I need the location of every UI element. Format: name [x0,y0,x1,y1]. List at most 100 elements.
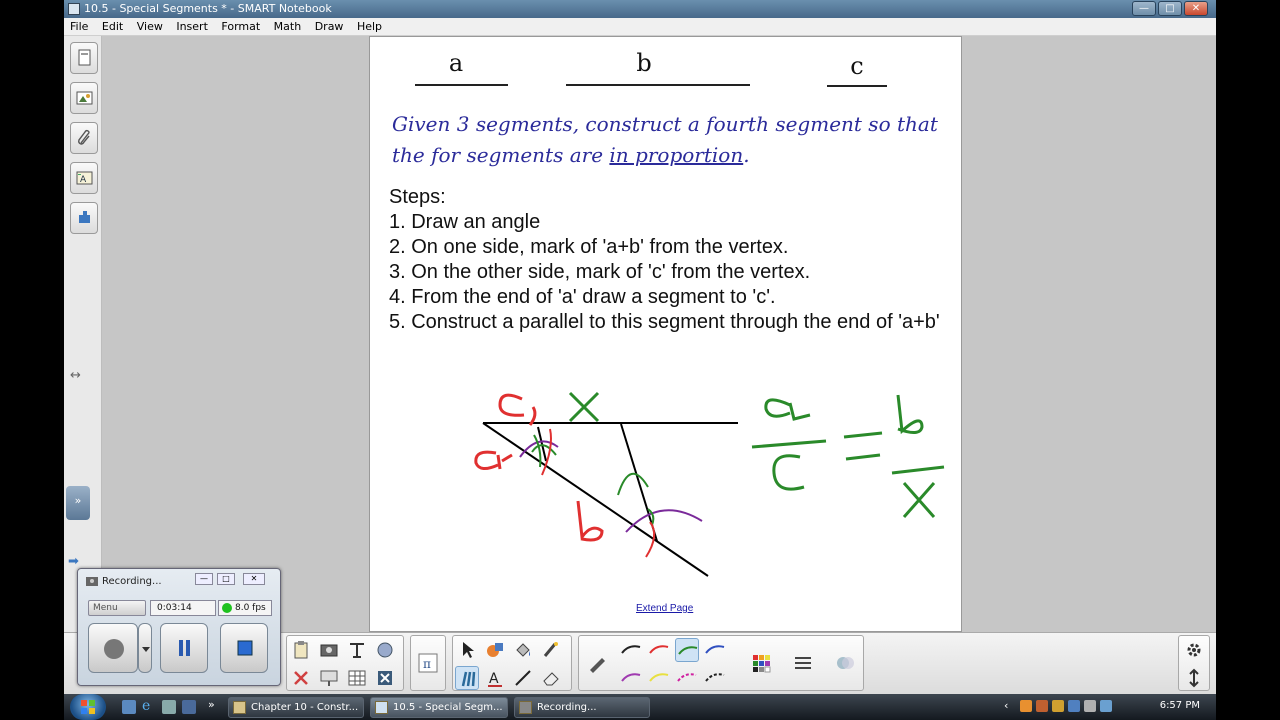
internet-explorer-icon[interactable]: e [142,698,150,714]
magic-pen-button[interactable] [539,638,563,662]
extend-page-link[interactable]: Extend Page [636,603,693,614]
taskbar-item-special-segments[interactable]: 10.5 - Special Segm... [370,697,508,718]
screen-capture-button[interactable] [317,638,341,662]
properties-icon: A [76,171,93,185]
next-arrow-icon[interactable]: ➡ [68,554,79,569]
select-tool-button[interactable] [455,638,479,662]
ink-drawing[interactable] [370,37,963,633]
letterbox-right [1216,0,1280,720]
eraser-button[interactable] [539,666,563,690]
pen-style-purple[interactable] [619,666,643,690]
record-button[interactable] [88,623,138,673]
paint-bucket-icon [516,643,530,657]
menu-math[interactable]: Math [274,20,302,33]
tray-expand-icon[interactable]: ‹ [1004,699,1008,712]
text-color-button[interactable]: A [483,666,507,690]
title-bar[interactable]: 10.5 - Special Segments * - SMART Notebo… [64,0,1216,18]
tray-icon[interactable] [1036,700,1048,712]
close-tool-button[interactable] [373,666,397,690]
tab-gallery[interactable] [70,82,98,114]
recorder-close-button[interactable]: ✕ [243,573,265,585]
pause-button[interactable] [160,623,208,673]
fill-button[interactable] [511,638,535,662]
transparency-button[interactable] [833,651,857,675]
tool-group-settings [1178,635,1210,691]
notebook-page[interactable]: a b c Given 3 segments, construct a four… [369,36,962,632]
show-desktop-icon[interactable] [122,700,136,714]
battery-icon[interactable] [1100,700,1112,712]
insert-flash-button[interactable] [373,638,397,662]
camera-icon [320,644,338,657]
stop-button[interactable] [220,623,268,673]
tab-add-ons[interactable] [70,202,98,234]
quick-launch-icon[interactable] [182,700,196,714]
pen-style-red[interactable] [647,638,671,662]
move-toolbar-button[interactable] [1182,666,1206,690]
table-button[interactable] [345,666,369,690]
screen-shade-icon [320,670,338,686]
menu-help[interactable]: Help [357,20,382,33]
line-icon [515,670,531,686]
pen-style-black-dashed[interactable] [703,666,727,690]
gear-icon [1187,643,1201,657]
start-button[interactable] [70,694,106,720]
recorder-icon [86,577,98,586]
recorder-menu-dropdown[interactable]: Menu [88,600,146,616]
settings-button[interactable] [1182,638,1206,662]
handwritten-b [896,394,924,435]
volume-icon[interactable] [1084,700,1096,712]
quick-launch-overflow[interactable]: » [208,698,215,711]
switch-windows-icon[interactable] [162,700,176,714]
magic-pen-icon [543,642,558,657]
pi-icon: π [418,653,438,673]
recorder-restore-button[interactable]: □ [217,573,235,585]
task-label: Recording... [537,702,597,713]
delete-button[interactable] [289,666,313,690]
network-icon[interactable] [1068,700,1080,712]
pen-style-yellow[interactable] [647,666,671,690]
color-palette-button[interactable] [749,651,773,675]
pen-type-button[interactable] [585,651,609,675]
line-style-button[interactable] [791,651,815,675]
recorder-minimize-button[interactable]: — [195,573,213,585]
line-tool-button[interactable] [511,666,535,690]
minimize-button[interactable]: — [1132,1,1156,16]
close-button[interactable]: ✕ [1184,1,1208,16]
tab-page-sorter[interactable] [70,42,98,74]
maximize-button[interactable]: □ [1158,1,1182,16]
record-options-button[interactable] [138,623,152,673]
pen-style-blue[interactable] [703,638,727,662]
paste-icon [294,641,308,659]
tray-icon[interactable] [1020,700,1032,712]
tray-icon[interactable] [1052,700,1064,712]
pause-icon [179,640,190,656]
pen-stroke-icon [621,645,641,654]
screen-shade-button[interactable] [317,666,341,690]
handwritten-x [902,482,936,518]
tab-properties[interactable]: A [70,162,98,194]
paste-button[interactable] [289,638,313,662]
pen-style-black[interactable] [619,638,643,662]
resize-arrows-icon[interactable]: ↔ [70,368,81,383]
tab-attachments[interactable] [70,122,98,154]
svg-text:π: π [423,657,431,671]
menu-format[interactable]: Format [221,20,260,33]
shapes-button[interactable] [483,638,507,662]
menu-insert[interactable]: Insert [176,20,208,33]
text-tool-button[interactable] [345,638,369,662]
menu-file[interactable]: File [70,20,88,33]
taskbar-item-chapter-10[interactable]: Chapter 10 - Constr... [228,697,364,718]
taskbar-item-recording[interactable]: Recording... [514,697,650,718]
pen-style-magenta-dashed[interactable] [675,666,699,690]
math-tools-button[interactable]: π [416,651,440,675]
pen-style-green[interactable] [675,638,699,662]
menu-view[interactable]: View [137,20,163,33]
table-icon [348,670,366,686]
expand-sidebar-icon[interactable]: » [66,486,90,520]
taskbar-clock[interactable]: 6:57 PM [1160,700,1200,711]
menu-edit[interactable]: Edit [102,20,123,33]
pen-tool-button[interactable] [455,666,479,690]
recorder-window[interactable]: Recording... — □ ✕ Menu 0:03:14 8.0 fps [77,568,281,686]
menu-draw[interactable]: Draw [315,20,344,33]
handwritten-a [474,450,513,470]
